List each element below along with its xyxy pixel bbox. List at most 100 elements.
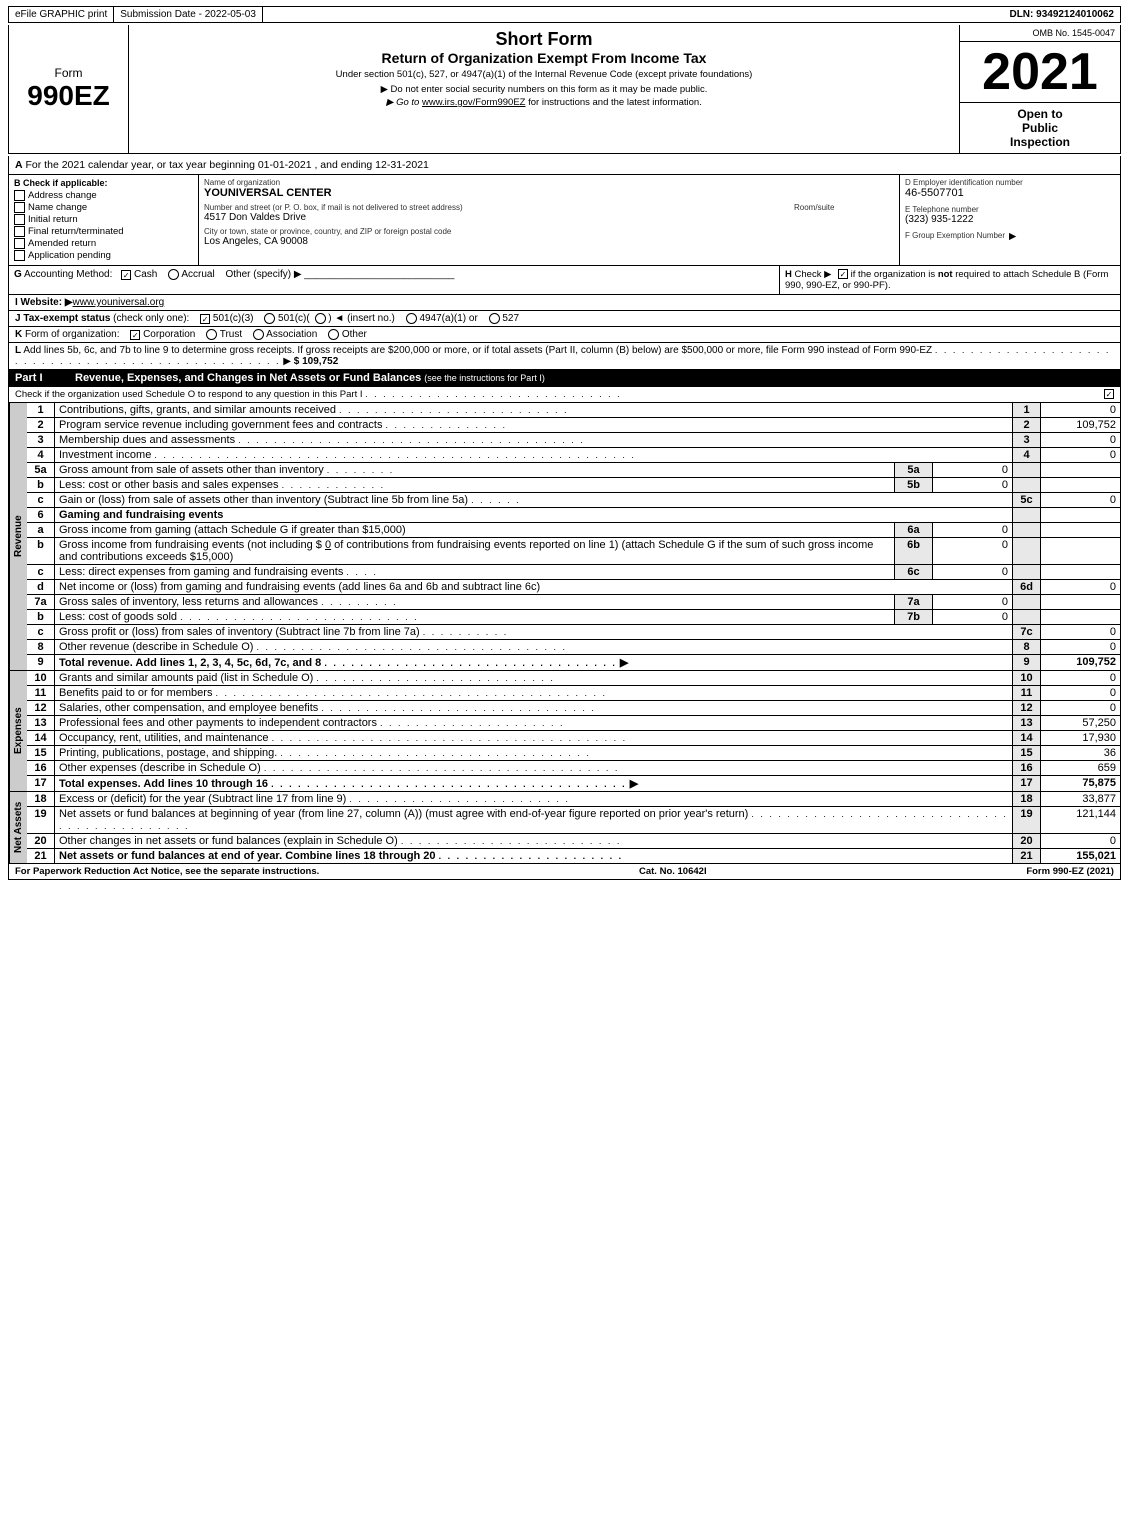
instruction1: ▶ Do not enter social security numbers o… bbox=[137, 84, 951, 95]
open-to-label: Open to bbox=[965, 107, 1115, 121]
website-url[interactable]: www.youniversal.org bbox=[73, 297, 165, 308]
expenses-side-label: Expenses bbox=[9, 671, 27, 791]
row-7b-empty-ref bbox=[1012, 610, 1040, 624]
cash-checkbox[interactable] bbox=[121, 270, 131, 280]
association-radio[interactable] bbox=[253, 329, 264, 340]
public-label: Public bbox=[965, 121, 1115, 135]
form-title-main: Return of Organization Exempt From Incom… bbox=[137, 50, 951, 66]
phone-label: E Telephone number bbox=[905, 205, 1115, 214]
other-org-radio[interactable] bbox=[328, 329, 339, 340]
accrual-radio[interactable] bbox=[168, 269, 179, 280]
inspection-label: Inspection bbox=[965, 135, 1115, 149]
row-17-ref: 17 bbox=[1012, 776, 1040, 791]
name-change-checkbox[interactable] bbox=[14, 202, 25, 213]
row-7a-ref: 7a bbox=[894, 595, 932, 609]
schedule-o-checkbox[interactable] bbox=[1104, 389, 1114, 399]
row-10-amount: 0 bbox=[1040, 671, 1120, 685]
schedule-b-checkbox[interactable] bbox=[838, 269, 848, 279]
row-18-ref: 18 bbox=[1012, 792, 1040, 806]
form-number: 990EZ bbox=[13, 80, 124, 112]
initial-return-checkbox[interactable] bbox=[14, 214, 25, 225]
row-12-num: 12 bbox=[27, 701, 55, 715]
row-11-num: 11 bbox=[27, 686, 55, 700]
row-3-ref: 3 bbox=[1012, 433, 1040, 447]
section-l-row: L Add lines 5b, 6c, and 7b to line 9 to … bbox=[8, 343, 1121, 370]
other-label: Other (specify) ▶ ______________________… bbox=[225, 269, 454, 280]
row-8-ref: 8 bbox=[1012, 640, 1040, 654]
row-6a-empty-amount bbox=[1040, 523, 1120, 537]
section-l-text: Add lines 5b, 6c, and 7b to line 9 to de… bbox=[23, 345, 932, 356]
row-19-num: 19 bbox=[27, 807, 55, 833]
address-change-checkbox[interactable] bbox=[14, 190, 25, 201]
room-label: Room/suite bbox=[794, 203, 894, 212]
row-3-num: 3 bbox=[27, 433, 55, 447]
open-inspection-box: Open to Public Inspection bbox=[960, 103, 1120, 153]
section-l-amount: $ 109,752 bbox=[294, 356, 339, 367]
501c3-checkbox[interactable] bbox=[200, 314, 210, 324]
row-16: 16 Other expenses (describe in Schedule … bbox=[27, 761, 1120, 776]
row-8-num: 8 bbox=[27, 640, 55, 654]
row-20-ref: 20 bbox=[1012, 834, 1040, 848]
row-6b-ref: 6b bbox=[894, 538, 932, 564]
row-12-ref: 12 bbox=[1012, 701, 1040, 715]
row-6b-sub-amount: 0 bbox=[932, 538, 1012, 564]
accrual-label: Accrual bbox=[181, 269, 214, 280]
row-21-desc: Net assets or fund balances at end of ye… bbox=[55, 849, 1012, 863]
row-6a-ref: 6a bbox=[894, 523, 932, 537]
row-6-empty-ref bbox=[1012, 508, 1040, 522]
row-4: 4 Investment income . . . . . . . . . . … bbox=[27, 448, 1120, 463]
row-9-ref: 9 bbox=[1012, 655, 1040, 670]
row-19: 19 Net assets or fund balances at beginn… bbox=[27, 807, 1120, 834]
application-pending-checkbox[interactable] bbox=[14, 250, 25, 261]
row-2: 2 Program service revenue including gove… bbox=[27, 418, 1120, 433]
instruction2: ▶ Go to www.irs.gov/Form990EZ for instru… bbox=[137, 97, 951, 108]
row-5a: 5a Gross amount from sale of assets othe… bbox=[27, 463, 1120, 478]
row-12-amount: 0 bbox=[1040, 701, 1120, 715]
amended-return-label: Amended return bbox=[28, 238, 96, 249]
row-19-amount: 121,144 bbox=[1040, 807, 1120, 833]
row-20-amount: 0 bbox=[1040, 834, 1120, 848]
row-6b-num: b bbox=[27, 538, 55, 564]
schedule-o-text: Check if the organization used Schedule … bbox=[15, 389, 622, 400]
row-21-num: 21 bbox=[27, 849, 55, 863]
row-16-ref: 16 bbox=[1012, 761, 1040, 775]
row-13-amount: 57,250 bbox=[1040, 716, 1120, 730]
insert-no-label: ) ◄ (insert no.) bbox=[328, 313, 395, 324]
row-7b-ref: 7b bbox=[894, 610, 932, 624]
amended-return-checkbox[interactable] bbox=[14, 238, 25, 249]
initial-return-label: Initial return bbox=[28, 214, 78, 225]
501c-radio[interactable] bbox=[264, 313, 275, 324]
page: eFile GRAPHIC print Submission Date - 20… bbox=[0, 0, 1129, 886]
row-21-amount: 155,021 bbox=[1040, 849, 1120, 863]
row-6d-amount: 0 bbox=[1040, 580, 1120, 594]
row-11-desc: Benefits paid to or for members . . . . … bbox=[55, 686, 1012, 700]
527-radio[interactable] bbox=[489, 313, 500, 324]
net-assets-section: Net Assets 18 Excess or (deficit) for th… bbox=[8, 792, 1121, 864]
check-application-pending: Application pending bbox=[14, 250, 193, 261]
final-return-checkbox[interactable] bbox=[14, 226, 25, 237]
section-a: A For the 2021 calendar year, or tax yea… bbox=[8, 156, 1121, 175]
expenses-section: Expenses 10 Grants and similar amounts p… bbox=[8, 671, 1121, 792]
phone-value: (323) 935-1222 bbox=[905, 214, 1115, 225]
row-5a-empty-ref bbox=[1012, 463, 1040, 477]
row-15-num: 15 bbox=[27, 746, 55, 760]
row-6d-num: d bbox=[27, 580, 55, 594]
row-7a-desc: Gross sales of inventory, less returns a… bbox=[55, 595, 894, 609]
insert-no-radio[interactable] bbox=[315, 313, 326, 324]
ein-label: D Employer identification number bbox=[905, 178, 1115, 187]
trust-radio[interactable] bbox=[206, 329, 217, 340]
row-6c-desc: Less: direct expenses from gaming and fu… bbox=[55, 565, 894, 579]
row-8: 8 Other revenue (describe in Schedule O)… bbox=[27, 640, 1120, 655]
org-name-label: Name of organization bbox=[204, 178, 894, 187]
row-16-desc: Other expenses (describe in Schedule O) … bbox=[55, 761, 1012, 775]
row-13-desc: Professional fees and other payments to … bbox=[55, 716, 1012, 730]
4947a1-radio[interactable] bbox=[406, 313, 417, 324]
row-6b-desc: Gross income from fundraising events (no… bbox=[55, 538, 894, 564]
corporation-checkbox[interactable] bbox=[130, 330, 140, 340]
row-15-ref: 15 bbox=[1012, 746, 1040, 760]
row-8-amount: 0 bbox=[1040, 640, 1120, 654]
row-21-ref: 21 bbox=[1012, 849, 1040, 863]
net-assets-side-label: Net Assets bbox=[9, 792, 27, 863]
row-5c: c Gain or (loss) from sale of assets oth… bbox=[27, 493, 1120, 508]
city-block: City or town, state or province, country… bbox=[204, 227, 894, 247]
